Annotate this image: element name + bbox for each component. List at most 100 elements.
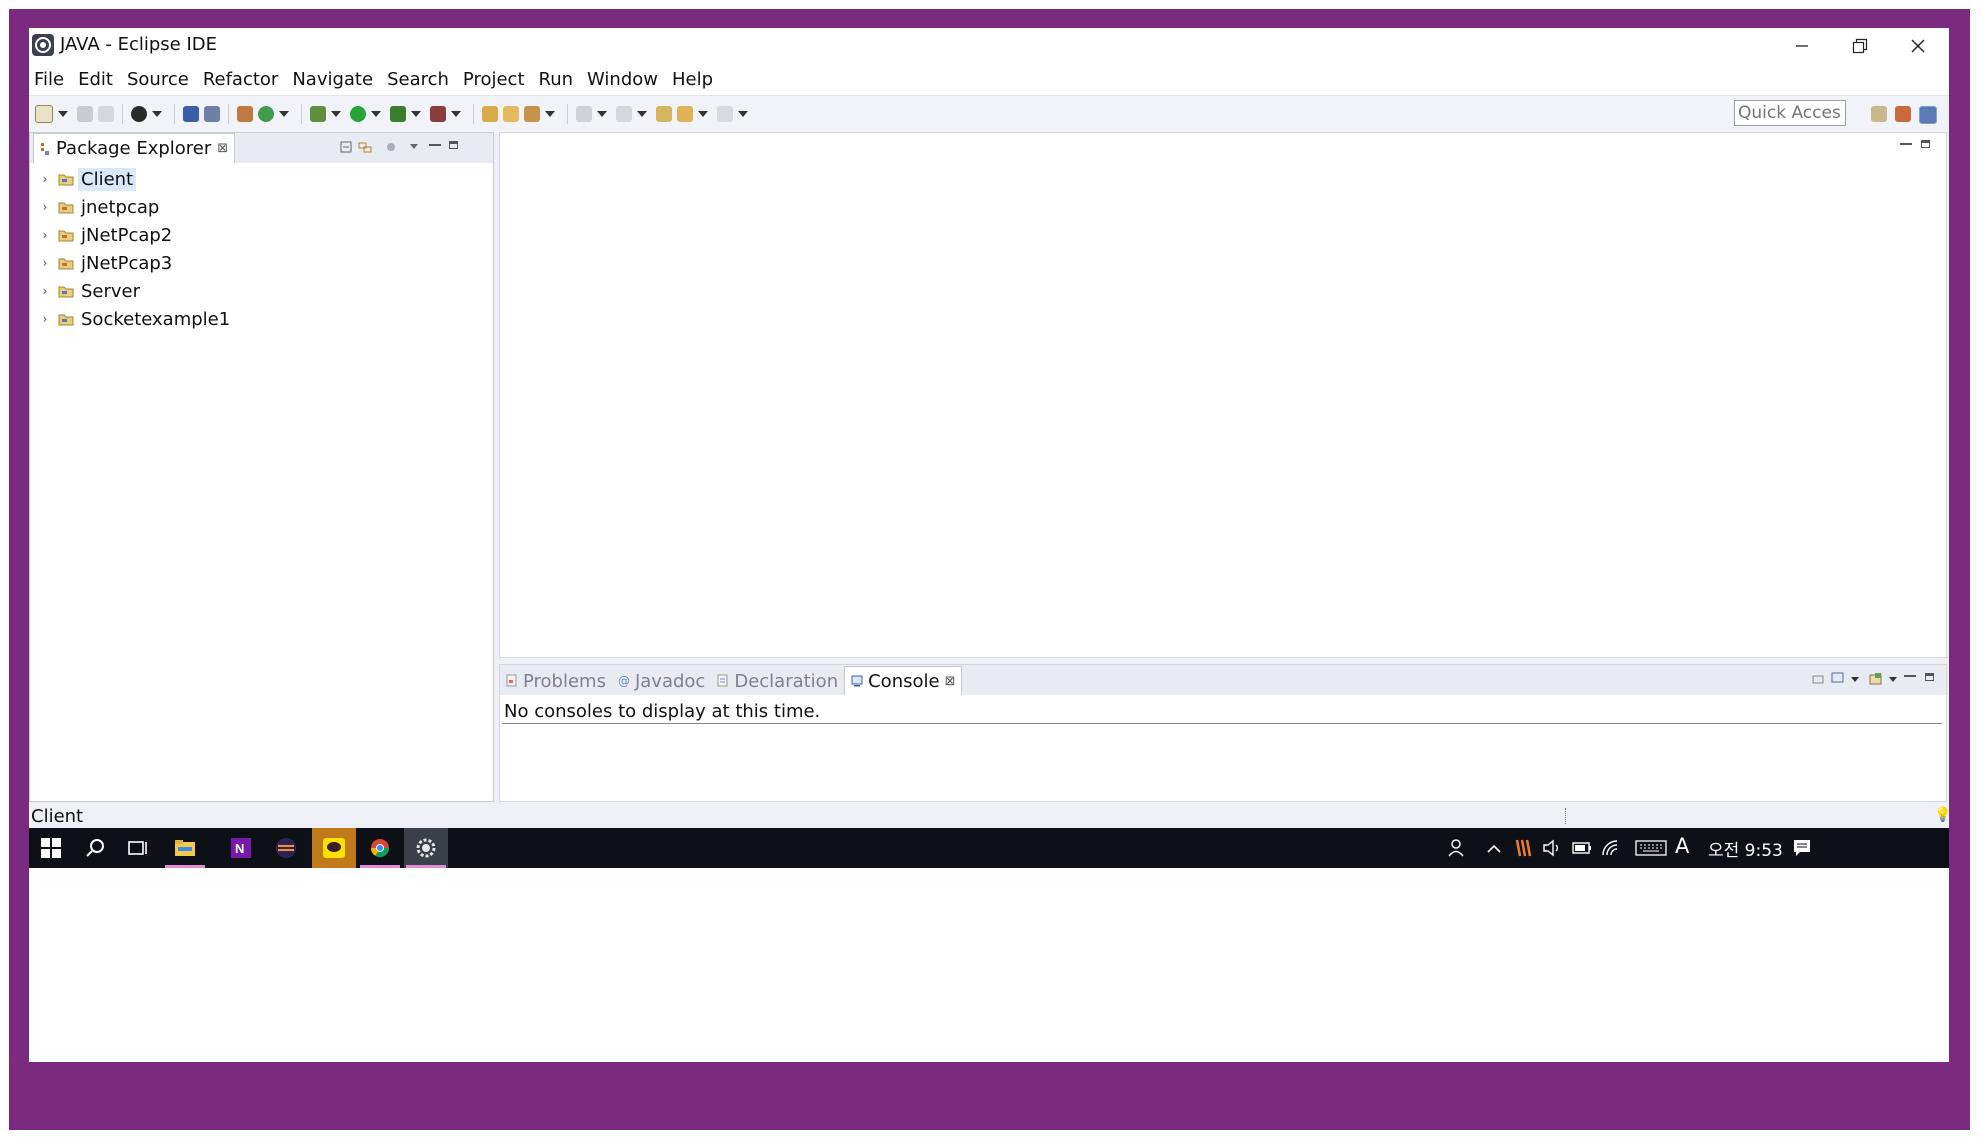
menu-file[interactable]: File: [29, 69, 71, 90]
battery-icon[interactable]: [1571, 838, 1591, 858]
tab-console[interactable]: Console ⊠: [844, 666, 963, 695]
open-console-icon[interactable]: [1869, 672, 1883, 685]
save-icon[interactable]: [77, 106, 93, 122]
menu-run[interactable]: Run: [532, 69, 581, 90]
expand-arrow-icon[interactable]: ›: [36, 172, 54, 186]
collapse-all-icon[interactable]: [340, 141, 352, 153]
open-task-icon[interactable]: [503, 106, 519, 122]
expand-arrow-icon[interactable]: ›: [36, 256, 54, 270]
focus-on-active-task-icon[interactable]: [384, 140, 398, 154]
taskbar-file-explorer[interactable]: [163, 828, 207, 868]
taskbar-chrome[interactable]: [358, 828, 402, 868]
start-button[interactable]: [29, 828, 73, 868]
java-perspective-icon[interactable]: [1919, 106, 1937, 124]
close-tab-icon[interactable]: ⊠: [945, 674, 956, 689]
menu-search[interactable]: Search: [380, 69, 456, 90]
run-icon[interactable]: [350, 106, 366, 122]
coverage-icon[interactable]: [390, 106, 406, 122]
tab-problems[interactable]: Problems: [500, 667, 612, 695]
taskbar-eclipse-installer[interactable]: [264, 828, 308, 868]
tab-javadoc[interactable]: @ Javadoc: [612, 667, 711, 695]
minimize-view-icon[interactable]: [1904, 675, 1916, 677]
tree-item-jnetpcap2[interactable]: › jNetPcap2: [30, 221, 493, 249]
previous-annotation-icon[interactable]: [616, 106, 632, 122]
antivirus-tray-icon[interactable]: [1513, 838, 1533, 858]
action-center-icon[interactable]: [1792, 838, 1812, 858]
menu-refactor[interactable]: Refactor: [196, 69, 286, 90]
people-icon[interactable]: [1448, 838, 1468, 858]
tab-package-explorer[interactable]: Package Explorer ⊠: [33, 133, 236, 163]
minimize-view-icon[interactable]: [429, 144, 441, 146]
tree-item-client[interactable]: › Client: [30, 165, 493, 193]
menu-navigate[interactable]: Navigate: [285, 69, 380, 90]
expand-arrow-icon[interactable]: ›: [36, 200, 54, 214]
coverage-dropdown-icon[interactable]: [411, 111, 421, 117]
tree-item-jnetpcap[interactable]: › jnetpcap: [30, 193, 493, 221]
tree-item-jnetpcap3[interactable]: › jNetPcap3: [30, 249, 493, 277]
maximize-editor-icon[interactable]: [1921, 140, 1930, 148]
save-all-icon[interactable]: [98, 106, 114, 122]
taskbar-kakaotalk[interactable]: [312, 828, 356, 868]
minimize-editor-icon[interactable]: [1900, 143, 1912, 145]
forward-icon[interactable]: [717, 106, 733, 122]
menu-help[interactable]: Help: [665, 69, 720, 90]
taskbar-onenote[interactable]: N: [219, 828, 263, 868]
maximize-view-icon[interactable]: [449, 141, 458, 149]
tree-item-socketexample1[interactable]: › Socketexample1: [30, 305, 493, 333]
taskbar-eclipse-ide[interactable]: [404, 828, 448, 868]
last-edit-location-icon[interactable]: [656, 106, 672, 122]
debug-dropdown-icon[interactable]: [331, 111, 341, 117]
new-dropdown-icon[interactable]: [58, 111, 68, 117]
expand-arrow-icon[interactable]: ›: [36, 284, 54, 298]
minimize-button[interactable]: [1771, 28, 1833, 64]
view-menu-icon[interactable]: [409, 142, 419, 150]
editor-area[interactable]: [499, 132, 1947, 658]
menu-edit[interactable]: Edit: [71, 69, 120, 90]
tree-item-server[interactable]: › Server: [30, 277, 493, 305]
show-hidden-icons-icon[interactable]: [1484, 838, 1504, 858]
restore-button[interactable]: [1829, 28, 1891, 64]
new-class-dropdown-icon[interactable]: [279, 111, 289, 117]
next-annotation-icon[interactable]: [576, 106, 592, 122]
tab-declaration[interactable]: Declaration: [711, 667, 844, 695]
display-selected-console-icon[interactable]: [1831, 672, 1844, 685]
menu-window[interactable]: Window: [580, 69, 665, 90]
build-icon[interactable]: [131, 106, 147, 122]
expand-arrow-icon[interactable]: ›: [36, 312, 54, 326]
display-console-dropdown-icon[interactable]: [1850, 675, 1860, 683]
menu-project[interactable]: Project: [456, 69, 532, 90]
close-button[interactable]: [1887, 28, 1949, 64]
clock[interactable]: 오전 9:53: [1708, 836, 1783, 861]
maximize-view-icon[interactable]: [1925, 673, 1934, 681]
open-console-dropdown-icon[interactable]: [1888, 675, 1898, 683]
next-annotation-dropdown-icon[interactable]: [597, 111, 607, 117]
previous-annotation-dropdown-icon[interactable]: [637, 111, 647, 117]
external-tools-icon[interactable]: [430, 106, 446, 122]
new-java-class-icon[interactable]: [258, 106, 274, 122]
volume-icon[interactable]: [1542, 838, 1562, 858]
open-type-icon[interactable]: [482, 106, 498, 122]
new-java-package-icon[interactable]: [237, 106, 253, 122]
link-with-editor-icon[interactable]: [358, 140, 372, 154]
menu-source[interactable]: Source: [120, 69, 196, 90]
search-dropdown-icon[interactable]: [545, 111, 555, 117]
forward-dropdown-icon[interactable]: [738, 111, 748, 117]
search-button[interactable]: [73, 828, 117, 868]
build-dropdown-icon[interactable]: [152, 111, 162, 117]
new-icon[interactable]: [35, 105, 53, 123]
terminal-icon[interactable]: [183, 106, 199, 122]
back-dropdown-icon[interactable]: [698, 111, 708, 117]
expand-arrow-icon[interactable]: ›: [36, 228, 54, 242]
external-tools-dropdown-icon[interactable]: [451, 111, 461, 117]
run-dropdown-icon[interactable]: [371, 111, 381, 117]
quick-access-input[interactable]: [1734, 100, 1846, 126]
lightbulb-icon[interactable]: 💡: [1934, 807, 1949, 823]
back-icon[interactable]: [677, 106, 693, 122]
skip-breakpoints-icon[interactable]: [204, 106, 220, 122]
java-ee-perspective-icon[interactable]: [1895, 106, 1911, 122]
search-icon[interactable]: [524, 106, 540, 122]
touch-keyboard-icon[interactable]: [1635, 838, 1667, 858]
input-method-indicator[interactable]: A: [1675, 834, 1689, 858]
task-view-button[interactable]: [117, 828, 161, 868]
close-tab-icon[interactable]: ⊠: [217, 141, 228, 156]
